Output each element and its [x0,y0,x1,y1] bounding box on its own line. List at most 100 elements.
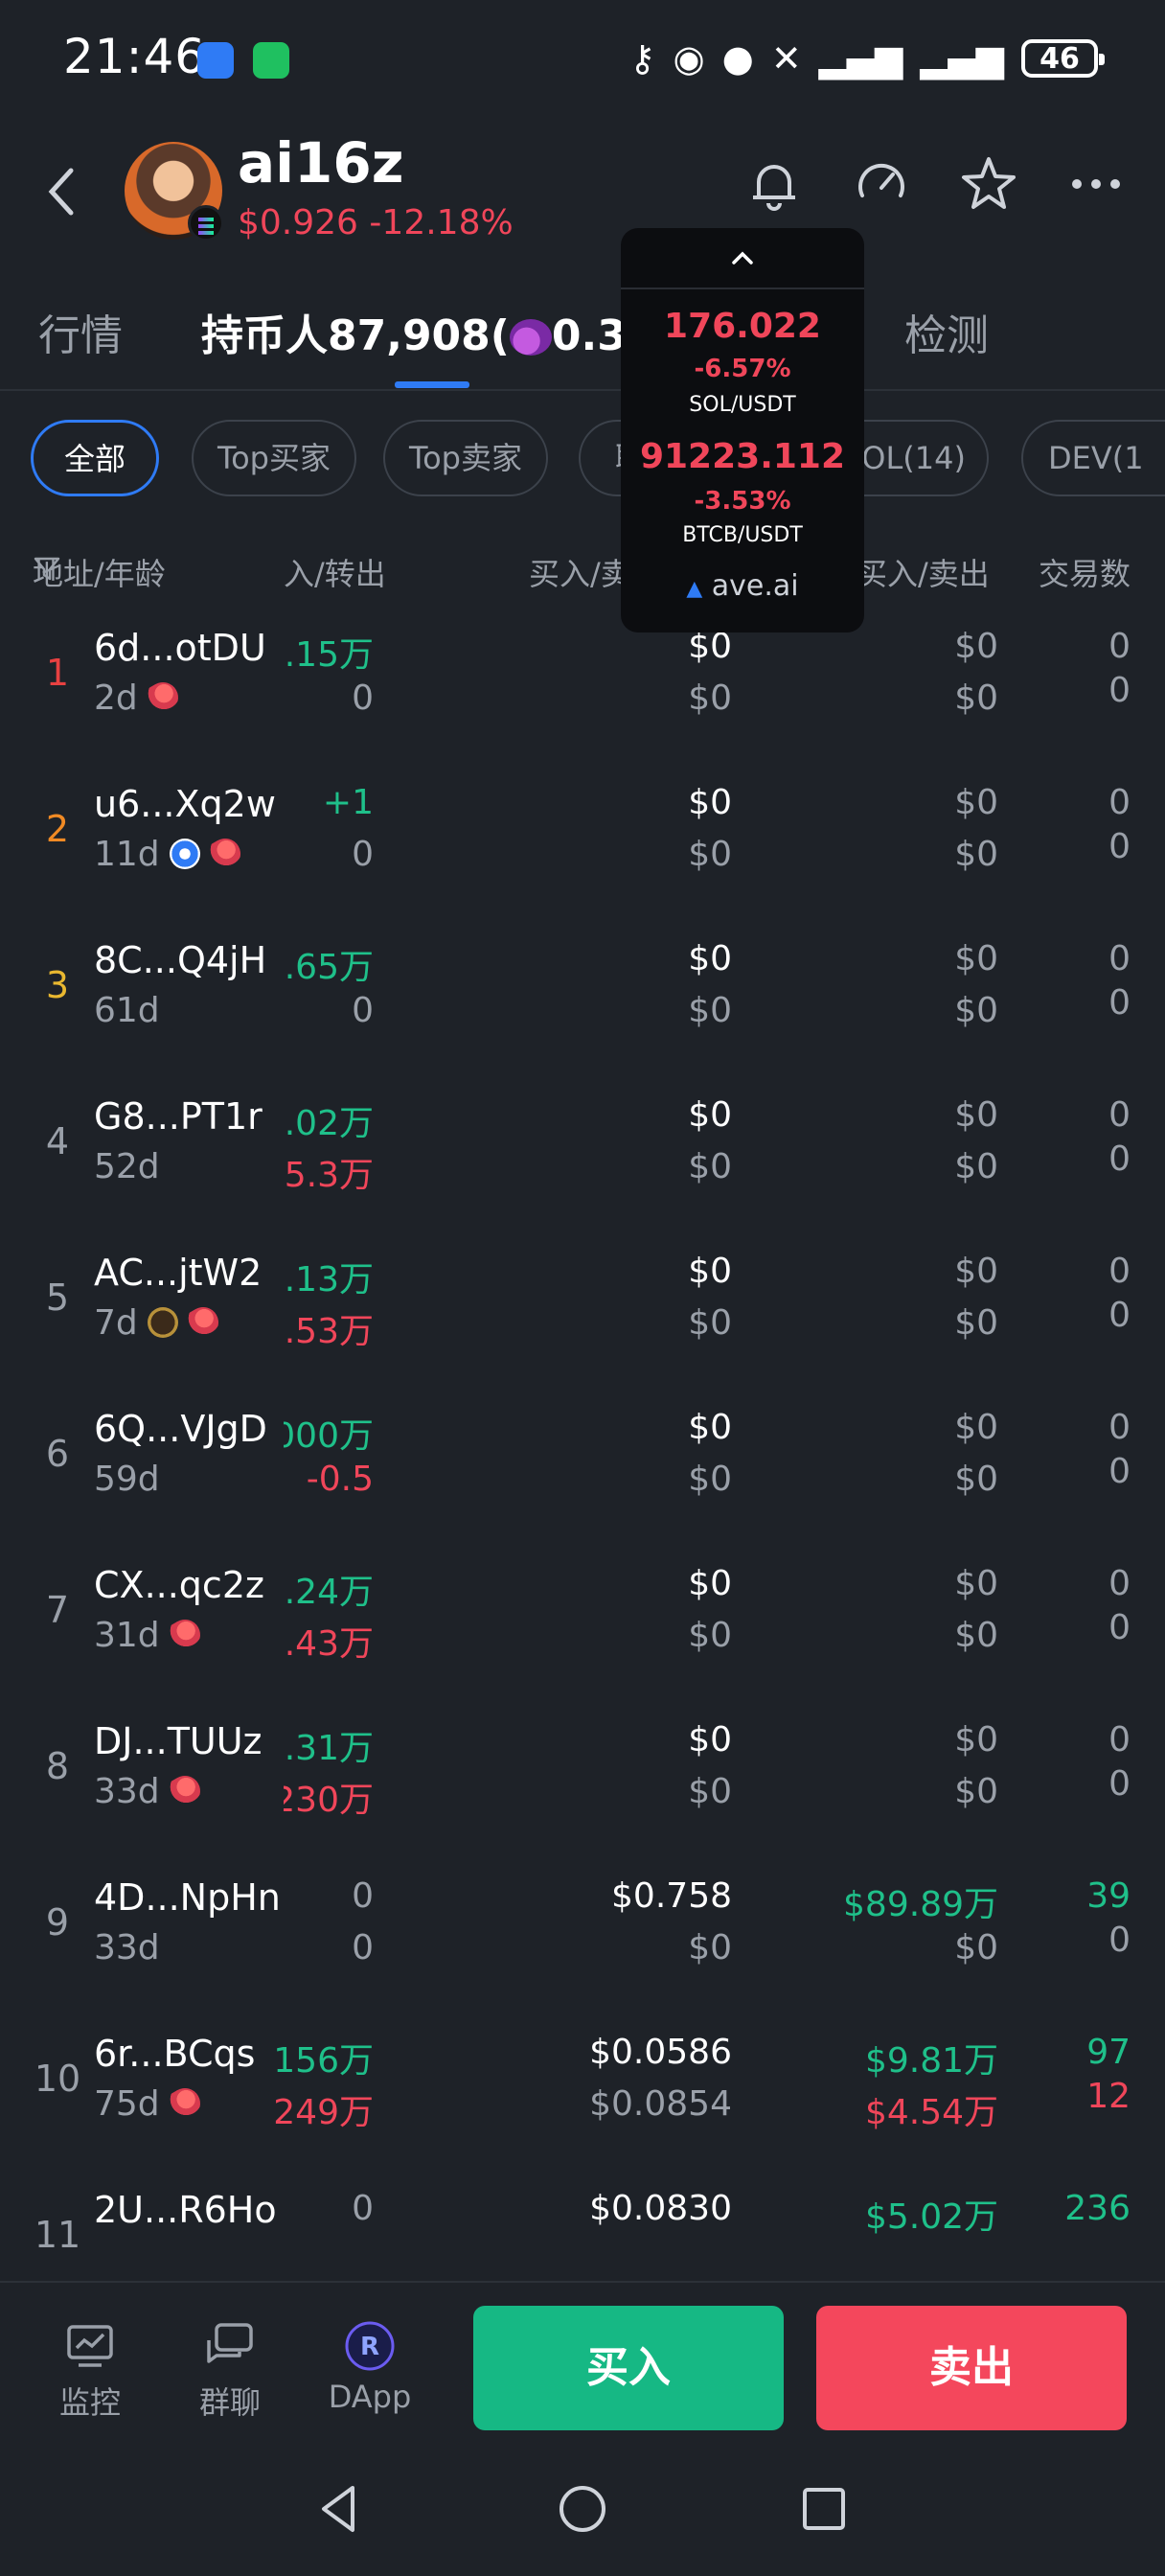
gauge-icon[interactable] [851,153,912,215]
header-address[interactable]: 地址/年龄 [33,550,166,592]
nav-monitor[interactable]: 监控 [33,2319,148,2423]
chip-dev[interactable]: DEV(1 [1021,420,1165,496]
row-sell-count: 0 [1108,827,1131,866]
bell-icon[interactable] [743,153,805,215]
battery-icon: 46 [1021,39,1105,78]
header-tx-count[interactable]: 交易数 [1039,550,1131,594]
row-max-sell: $0 [954,1460,998,1499]
row-in: ).02万 [284,1104,374,1143]
row-age: 75d [94,2082,206,2125]
row-out: 0 [352,678,374,718]
row-out: 0 [352,835,374,874]
row-address[interactable]: 4D...NpHn [94,1876,281,1919]
row-sell-count: 0 [1108,1452,1131,1491]
row-buy-count: 0 [1108,1564,1131,1603]
table-row[interactable]: 5 AC...jtW2 7d 5.13万2.53万 $0 $0 $0 $0 0 … [0,1238,1165,1394]
row-sell-avg: $0 [688,1928,732,1967]
tab-market[interactable]: 行情 [38,301,123,362]
buy-button[interactable]: 买入 [473,2306,784,2430]
nav-back-icon[interactable] [310,2480,368,2538]
row-address[interactable]: u6...Xq2w [94,783,276,825]
row-address[interactable]: AC...jtW2 [94,1252,262,1294]
more-icon[interactable] [1065,153,1127,215]
row-address[interactable]: G8...PT1r [94,1095,263,1138]
row-buy-avg: $0 [688,1095,732,1135]
row-in: +1 [322,783,374,822]
table-row[interactable]: 1 6d...otDU 2d 3.15万0 $0 $0 $0 $0 0 0 [0,613,1165,770]
chip-top-buyers[interactable]: Top买家 [192,420,356,496]
active-tab-indicator [395,381,469,388]
row-buy-count: 39 [1086,1876,1131,1916]
sell-button[interactable]: 卖出 [816,2306,1127,2430]
table-row[interactable]: 6 6Q...VJgD 59d 000万 -0.5 $0 $0 $0 $0 0 0 [0,1394,1165,1551]
row-max-sell: $0 [954,1303,998,1343]
row-sell-avg: $0 [688,1772,732,1811]
nav-recents-icon[interactable] [795,2480,853,2538]
sol-price: 176.022 [664,307,821,346]
table-row[interactable]: 2 u6...Xq2w 11d +1 0 $0 $0 $0 $0 0 0 [0,770,1165,926]
row-buy-avg: $0 [688,627,732,666]
rocket-icon [181,1301,224,1344]
app-notification-icon [197,42,234,79]
filter-chips: 全部 Top买家 Top卖家 聪明钱 KOL(14) DEV(1 [0,420,1165,500]
row-address[interactable]: DJ...TUUz [94,1720,263,1762]
row-buy-count: 0 [1108,1720,1131,1760]
row-address[interactable]: 6r...BCqs [94,2033,255,2075]
row-sell-count: 0 [1108,1608,1131,1647]
row-buy-avg: $0 [688,783,732,822]
price-ticker-popup[interactable]: 176.022 -6.57% SOL/USDT 91223.112 -3.53%… [621,228,864,632]
row-age: 61d [94,991,160,1030]
table-row[interactable]: 7 CX...qc2z 31d 7.24万.43万 $0 $0 $0 $0 0 … [0,1551,1165,1707]
table-row[interactable]: 3 8C...Q4jH 61d .65万 0 $0 $0 $0 $0 0 0 [0,926,1165,1082]
nav-home-icon[interactable] [554,2480,611,2538]
row-buy-avg: $0 [688,1720,732,1760]
row-address[interactable]: 8C...Q4jH [94,939,266,981]
row-max-buy: $0 [954,1095,998,1135]
row-in: .65万 [284,948,374,987]
row-buy-avg: $0 [688,1408,732,1447]
wif-icon [147,1307,178,1338]
sol-change: -6.57% [694,355,791,383]
row-address[interactable]: 6Q...VJgD [94,1408,267,1450]
row-address[interactable]: CX...qc2z [94,1564,264,1606]
ave-logo-icon: ▲ [686,577,703,601]
table-row[interactable]: 8 DJ...TUUz 33d 2.31万230万 $0 $0 $0 $0 0 … [0,1707,1165,1863]
back-arrow-icon[interactable] [42,163,80,220]
rocket-icon [163,2082,206,2125]
row-out: 0 [352,991,374,1030]
row-age: 52d [94,1147,160,1186]
row-in: 000万 [284,1416,374,1456]
row-in: 0 [352,1876,374,1916]
table-row[interactable]: 4 G8...PT1r 52d ).02万5.3万 $0 $0 $0 $0 0 … [0,1082,1165,1238]
table-row[interactable]: 11 2U...R6Ho 0 $0.0830 $5.02万 236 [0,2175,1165,2250]
row-max-sell: $0 [954,1616,998,1655]
chip-all[interactable]: 全部 [31,420,159,496]
row-sell-avg: $0 [688,991,732,1030]
row-in: 156万 [273,2041,374,2081]
header-in-out[interactable]: 入/转出 [284,550,386,594]
dapp-icon: R [345,2321,395,2371]
tab-detect[interactable]: 检测 [904,301,989,362]
row-sell-avg: $0 [688,1616,732,1655]
row-sell-count: 0 [1108,1764,1131,1804]
rocket-icon [141,677,184,719]
mic-icon: ● [721,37,754,80]
row-max-buy: $9.81万 [864,2041,998,2081]
row-sell-avg: $0 [688,1303,732,1343]
row-sell-count: 0 [1108,1920,1131,1960]
star-icon[interactable] [958,153,1019,215]
table-row[interactable]: 9 4D...NpHn 33d 0 0 $0.758 $0 $89.89万 $0… [0,1863,1165,2019]
row-max-sell: $0 [954,1147,998,1186]
table-row[interactable]: 10 6r...BCqs 75d 156万 249万 $0.0586 $0.08… [0,2019,1165,2175]
chip-top-sellers[interactable]: Top卖家 [383,420,548,496]
chevron-up-icon[interactable] [621,242,864,276]
nav-group-chat[interactable]: 群聊 [172,2319,287,2423]
token-name: ai16z [238,130,404,196]
row-address[interactable]: 2U...R6Ho [94,2189,277,2231]
row-sell-count: 12 [1086,2077,1131,2116]
nav-dapp[interactable]: R DApp [312,2319,427,2415]
row-buy-count: 0 [1108,627,1131,666]
row-buy-avg: $0 [688,1564,732,1603]
row-buy-avg: $0 [688,1252,732,1291]
row-address[interactable]: 6d...otDU [94,627,266,669]
